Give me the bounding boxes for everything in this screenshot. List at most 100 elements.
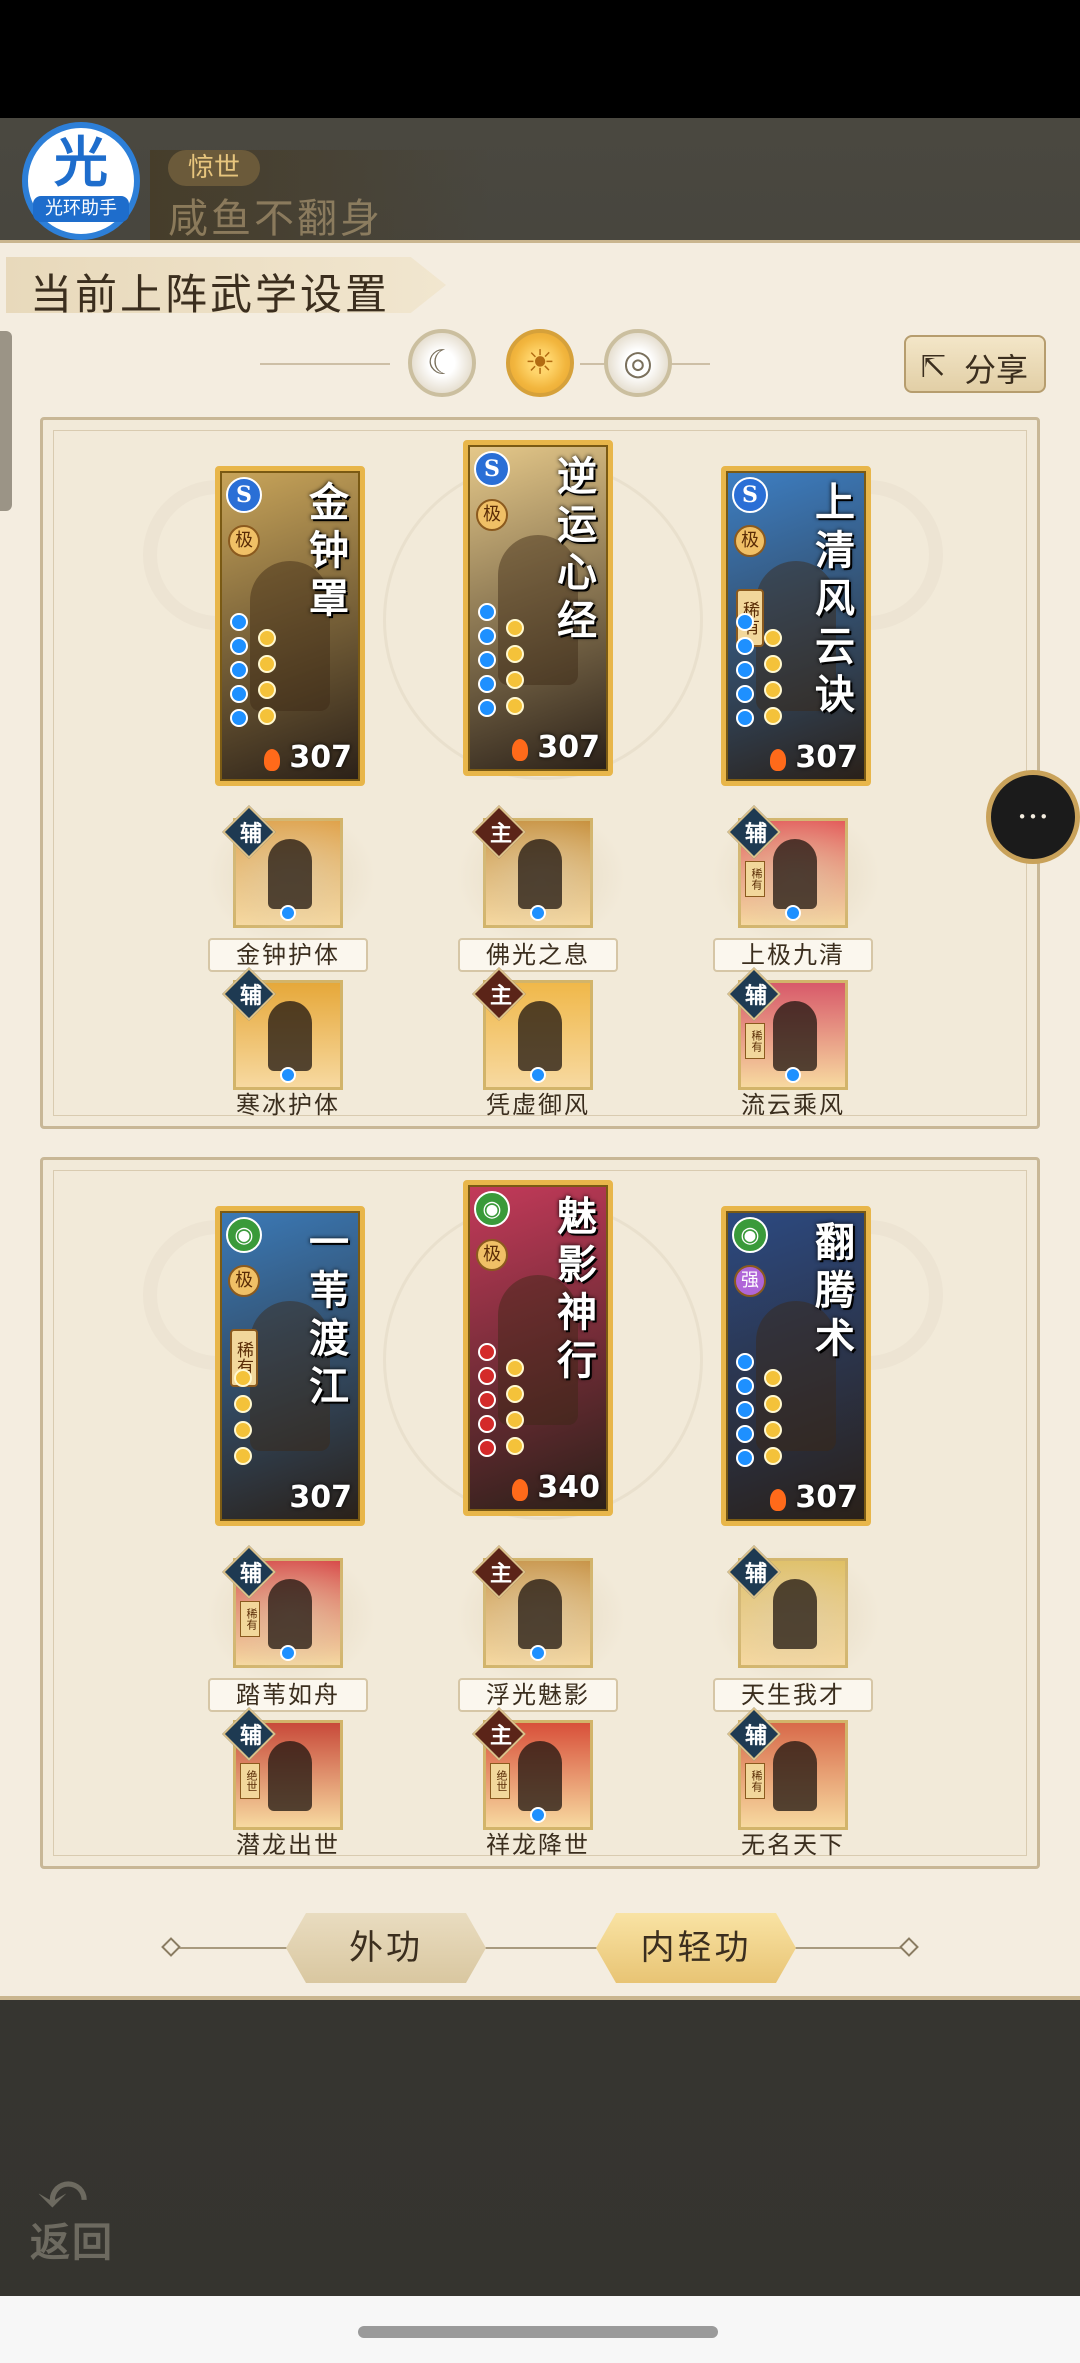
card-power: 307 — [289, 1480, 352, 1515]
skill-figure — [773, 1001, 817, 1071]
blue-pips — [230, 613, 252, 733]
card-title: 金钟罩 — [309, 479, 349, 622]
loadout-group-1: S 极 金钟罩 307 S 极 逆运心经 307 S 极 上清风云诀 307 辅… — [40, 417, 1040, 1129]
art-card-1[interactable]: S 极 金钟罩 307 — [215, 466, 365, 786]
skill-name-label: 佛光之息 — [458, 938, 618, 972]
blue-pip — [530, 1807, 546, 1823]
skill-slot[interactable]: 辅 — [222, 967, 343, 1090]
skill-type-label: 主 — [489, 983, 512, 1009]
moon-icon: ☾ — [426, 343, 458, 383]
home-indicator[interactable] — [358, 2326, 718, 2338]
skill-name-label: 寒冰护体 — [236, 1091, 340, 1119]
skill-slot[interactable]: 辅 稀有 — [727, 1707, 848, 1830]
flame-icon — [512, 1479, 528, 1501]
school-icon: ◉ — [732, 1217, 768, 1253]
player-info: 惊世 咸鱼不翻身 — [150, 150, 490, 242]
rank-badge: 极 — [228, 1265, 260, 1297]
card-title: 翻腾术 — [815, 1219, 855, 1362]
skill-figure — [773, 1741, 817, 1811]
skill-rarity-tag: 绝世 — [490, 1763, 510, 1799]
sun-icon: ☀ — [524, 343, 556, 383]
blue-pip — [530, 905, 546, 921]
skill-slot[interactable]: 辅 稀有 — [727, 967, 848, 1090]
back-label: 返回 — [30, 2219, 114, 2266]
skill-type-label: 辅 — [744, 983, 767, 1009]
skill-figure — [773, 1579, 817, 1649]
card-power: 307 — [795, 1480, 858, 1515]
flame-icon — [264, 749, 280, 771]
skill-rarity-tag: 稀有 — [240, 1601, 260, 1637]
rail-end-left — [161, 1937, 181, 1957]
skill-type-label: 辅 — [744, 1561, 767, 1587]
loadout-group-2: ◉ 极 稀有 一苇渡江 307 ◉ 极 魅影神行 340 ◉ 强 翻腾术 307… — [40, 1157, 1040, 1869]
art-card-4[interactable]: ◉ 极 稀有 一苇渡江 307 — [215, 1206, 365, 1526]
skill-rarity-tag: 稀有 — [745, 1763, 765, 1799]
gold-pips — [764, 629, 786, 733]
skill-type-label: 主 — [489, 821, 512, 847]
chat-button[interactable]: ··· — [986, 770, 1080, 864]
art-card-5[interactable]: ◉ 极 魅影神行 340 — [463, 1180, 613, 1516]
card-title: 一苇渡江 — [309, 1219, 349, 1410]
blue-pip — [785, 905, 801, 921]
skill-figure — [518, 1579, 562, 1649]
skill-type-label: 辅 — [744, 821, 767, 847]
status-bar — [0, 0, 1080, 118]
disc-ring[interactable]: ◎ — [604, 329, 672, 397]
rank-badge: 极 — [734, 525, 766, 557]
skill-figure — [268, 1579, 312, 1649]
skill-name-label: 流云乘风 — [741, 1091, 845, 1119]
skill-figure — [518, 839, 562, 909]
tab-external[interactable]: 外功 — [286, 1913, 486, 1983]
skill-slot[interactable]: 辅 稀有 — [206, 1545, 376, 1687]
blue-pips — [478, 603, 500, 723]
back-button[interactable]: ↶ 返回 — [30, 2156, 150, 2266]
skill-slot[interactable]: 主 — [456, 805, 626, 947]
app-assistant-badge[interactable]: 光 光环助手 — [22, 122, 140, 240]
gold-pips — [258, 629, 280, 733]
skill-slot[interactable]: 辅 绝世 — [222, 1707, 343, 1830]
skill-slot[interactable]: 主 — [472, 967, 593, 1090]
tab-rail — [170, 1947, 910, 1949]
skill-figure — [773, 839, 817, 909]
school-icon: S — [474, 451, 510, 487]
skill-figure — [518, 1741, 562, 1811]
martial-arts-panel: 当前上阵武学设置 ☾ ☀ ◎ ⇱ 分享 S 极 金钟罩 307 S 极 逆运心经… — [0, 240, 1080, 2000]
skill-name-label: 凭虚御风 — [486, 1091, 590, 1119]
skill-slot[interactable]: 辅 — [711, 1545, 881, 1687]
skill-name-label: 浮光魅影 — [458, 1678, 618, 1712]
disc-sun[interactable]: ☀ — [506, 329, 574, 397]
skill-type-label: 主 — [489, 1561, 512, 1587]
card-title: 魅影神行 — [557, 1193, 597, 1384]
blue-pips — [736, 613, 758, 733]
art-card-6[interactable]: ◉ 强 翻腾术 307 — [721, 1206, 871, 1526]
tab-internal-light[interactable]: 内轻功 — [596, 1913, 796, 1983]
skill-type-label: 辅 — [239, 983, 262, 1009]
art-card-3[interactable]: S 极 稀有 上清风云诀 307 — [721, 466, 871, 786]
skill-figure — [268, 1001, 312, 1071]
side-handle[interactable] — [0, 331, 12, 511]
school-icon: ◉ — [226, 1217, 262, 1253]
app-badge-label: 光环助手 — [33, 196, 129, 222]
share-button[interactable]: ⇱ 分享 — [904, 335, 1046, 393]
rail-end-right — [899, 1937, 919, 1957]
skill-slot[interactable]: 主 — [456, 1545, 626, 1687]
skill-type-label: 主 — [489, 1723, 512, 1749]
school-icon: S — [732, 477, 768, 513]
skill-slot[interactable]: 辅 — [206, 805, 376, 947]
card-power: 307 — [289, 740, 352, 775]
blue-pip — [280, 905, 296, 921]
art-card-2[interactable]: S 极 逆运心经 307 — [463, 440, 613, 776]
skill-slot[interactable]: 主 绝世 — [472, 1707, 593, 1830]
rank-badge: 极 — [476, 499, 508, 531]
disc-moon[interactable]: ☾ — [408, 329, 476, 397]
skill-rarity-tag: 稀有 — [745, 861, 765, 897]
card-title: 逆运心经 — [557, 453, 597, 644]
blue-pip — [530, 1645, 546, 1661]
rank-badge: 强 — [734, 1265, 766, 1297]
skill-slot[interactable]: 辅 稀有 — [711, 805, 881, 947]
flame-icon — [512, 739, 528, 761]
card-power: 307 — [795, 740, 858, 775]
school-icon: S — [226, 477, 262, 513]
panel-header: 当前上阵武学设置 — [6, 257, 446, 313]
share-label: 分享 — [964, 351, 1029, 389]
